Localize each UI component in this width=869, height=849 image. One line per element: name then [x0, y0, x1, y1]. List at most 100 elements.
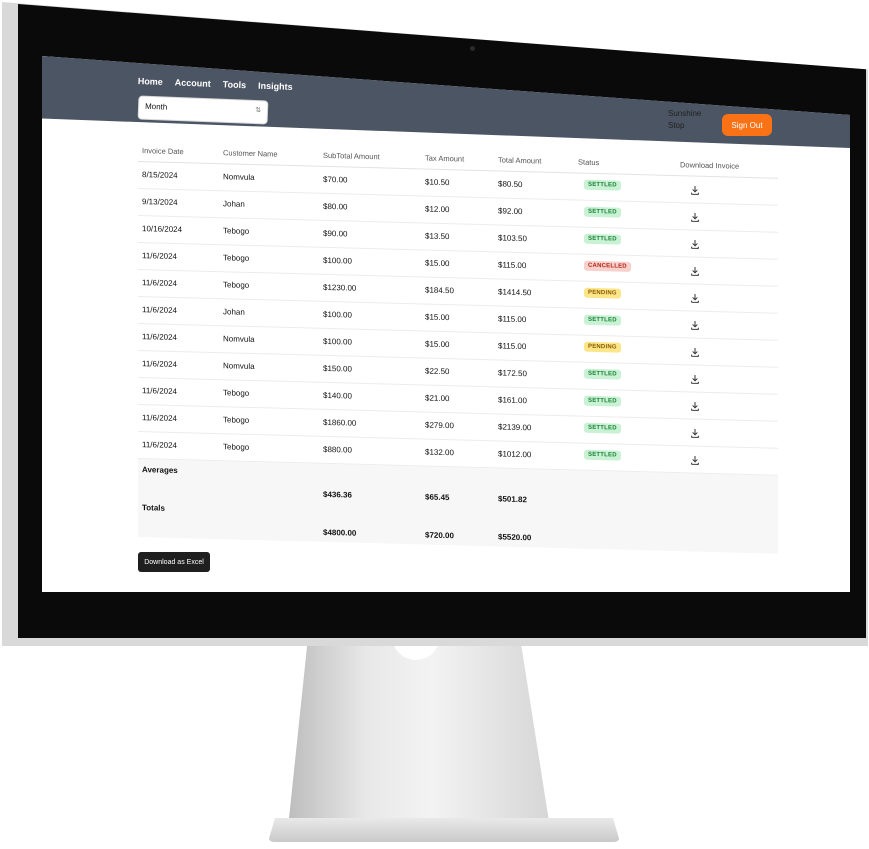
cell-tax: $15.00 — [425, 312, 450, 323]
cell-invoice-date: 11/6/2024 — [142, 332, 177, 343]
cell-subtotal: $1860.00 — [323, 417, 357, 428]
cell-total: $161.00 — [498, 395, 527, 406]
period-select-value: Month — [144, 101, 168, 112]
download-excel-button[interactable]: Download as Excel — [138, 552, 210, 572]
total-subtotal: $4800.00 — [323, 527, 357, 538]
download-icon[interactable] — [690, 425, 702, 438]
download-icon[interactable] — [690, 344, 702, 357]
download-icon[interactable] — [690, 290, 702, 303]
cell-customer: Tebogo — [223, 442, 250, 452]
cell-invoice-date: 11/6/2024 — [142, 305, 177, 316]
download-icon[interactable] — [690, 398, 702, 411]
download-icon[interactable] — [690, 263, 702, 276]
cell-total: $115.00 — [498, 260, 527, 271]
cell-customer: Johan — [223, 307, 245, 317]
table-summary: Averages $436.36 $65.45 $501.82 Totals $… — [138, 459, 778, 554]
nav-insights[interactable]: Insights — [258, 81, 293, 92]
status-badge: PENDING — [584, 341, 621, 353]
cell-total: $2139.00 — [498, 422, 532, 433]
header-tax: Tax Amount — [425, 153, 465, 164]
cell-tax: $132.00 — [425, 447, 454, 458]
cell-subtotal: $100.00 — [323, 309, 352, 320]
header-status: Status — [578, 157, 600, 168]
cell-invoice-date: 9/13/2024 — [142, 197, 178, 208]
cell-invoice-date: 11/6/2024 — [142, 413, 177, 424]
nav-account[interactable]: Account — [175, 77, 211, 88]
cell-total: $1414.50 — [498, 287, 532, 298]
cell-tax: $15.00 — [425, 339, 450, 350]
cell-invoice-date: 11/6/2024 — [142, 359, 177, 370]
cell-tax: $279.00 — [425, 420, 454, 431]
header-total: Total Amount — [498, 155, 542, 166]
cell-customer: Nomvula — [223, 172, 255, 183]
cell-subtotal: $880.00 — [323, 444, 352, 455]
totals-label: Totals — [142, 503, 165, 513]
nav-home[interactable]: Home — [138, 76, 163, 87]
cell-customer: Tebogo — [223, 280, 250, 290]
download-icon[interactable] — [690, 317, 702, 330]
status-badge: SETTLED — [584, 449, 621, 461]
cell-customer: Tebogo — [223, 415, 250, 425]
cell-subtotal: $90.00 — [323, 228, 348, 239]
status-badge: SETTLED — [584, 233, 621, 245]
cell-invoice-date: 10/16/2024 — [142, 224, 183, 235]
period-select[interactable]: Month ⇅ — [137, 95, 269, 125]
nav-tools[interactable]: Tools — [223, 79, 247, 90]
cell-tax: $12.00 — [425, 204, 450, 215]
download-icon[interactable] — [690, 182, 702, 195]
cell-tax: $22.50 — [425, 366, 450, 377]
cell-invoice-date: 11/6/2024 — [142, 440, 177, 451]
cell-invoice-date: 8/15/2024 — [142, 170, 178, 181]
webcam — [470, 46, 475, 51]
monitor-base — [268, 818, 620, 842]
header-invoice-date: Invoice Date — [142, 146, 184, 157]
cell-subtotal: $100.00 — [323, 336, 352, 347]
cell-total: $172.50 — [498, 368, 527, 379]
status-badge: SETTLED — [584, 314, 621, 326]
cell-tax: $21.00 — [425, 393, 450, 404]
cell-invoice-date: 11/6/2024 — [142, 386, 177, 397]
download-icon[interactable] — [690, 209, 702, 222]
cell-tax: $184.50 — [425, 285, 454, 296]
cell-customer: Nomvula — [223, 334, 255, 345]
total-total: $5520.00 — [498, 532, 532, 543]
cell-subtotal: $80.00 — [323, 201, 348, 212]
cell-total: $103.50 — [498, 233, 527, 244]
cell-total: $115.00 — [498, 314, 527, 325]
user-name: Sunshine Stop — [668, 108, 728, 132]
chevron-updown-icon: ⇅ — [255, 107, 262, 115]
user-name-line1: Sunshine — [668, 109, 702, 118]
status-badge: SETTLED — [584, 395, 621, 407]
download-icon[interactable] — [690, 236, 702, 249]
cell-customer: Tebogo — [223, 226, 250, 236]
cell-total: $115.00 — [498, 341, 527, 352]
invoice-table: Invoice Date Customer Name SubTotal Amou… — [138, 140, 778, 554]
header-customer-name: Customer Name — [223, 148, 278, 159]
cell-tax: $15.00 — [425, 258, 450, 269]
cell-customer: Nomvula — [223, 361, 255, 372]
status-badge: SETTLED — [584, 422, 621, 434]
sign-out-button[interactable]: Sign Out — [722, 114, 772, 136]
cell-customer: Tebogo — [223, 253, 250, 263]
cell-customer: Johan — [223, 199, 245, 209]
screen: Home Account Tools Insights Month ⇅ Suns… — [42, 56, 850, 592]
cell-invoice-date: 11/6/2024 — [142, 251, 177, 262]
cell-subtotal: $100.00 — [323, 255, 352, 266]
header-subtotal: SubTotal Amount — [323, 150, 380, 162]
cell-invoice-date: 11/6/2024 — [142, 278, 177, 289]
status-badge: SETTLED — [584, 179, 621, 191]
avg-subtotal: $436.36 — [323, 489, 352, 500]
cell-tax: $13.50 — [425, 231, 450, 242]
cell-total: $92.00 — [498, 206, 523, 217]
download-icon[interactable] — [690, 452, 702, 465]
user-name-line2: Stop — [668, 121, 685, 130]
download-icon[interactable] — [690, 371, 702, 384]
cell-tax: $10.50 — [425, 177, 450, 188]
status-badge: PENDING — [584, 287, 621, 299]
avg-total: $501.82 — [498, 494, 527, 505]
avg-tax: $65.45 — [425, 492, 450, 503]
status-badge: CANCELLED — [584, 260, 631, 272]
averages-label: Averages — [142, 465, 178, 476]
header-download: Download Invoice — [680, 160, 740, 171]
status-badge: SETTLED — [584, 368, 621, 380]
